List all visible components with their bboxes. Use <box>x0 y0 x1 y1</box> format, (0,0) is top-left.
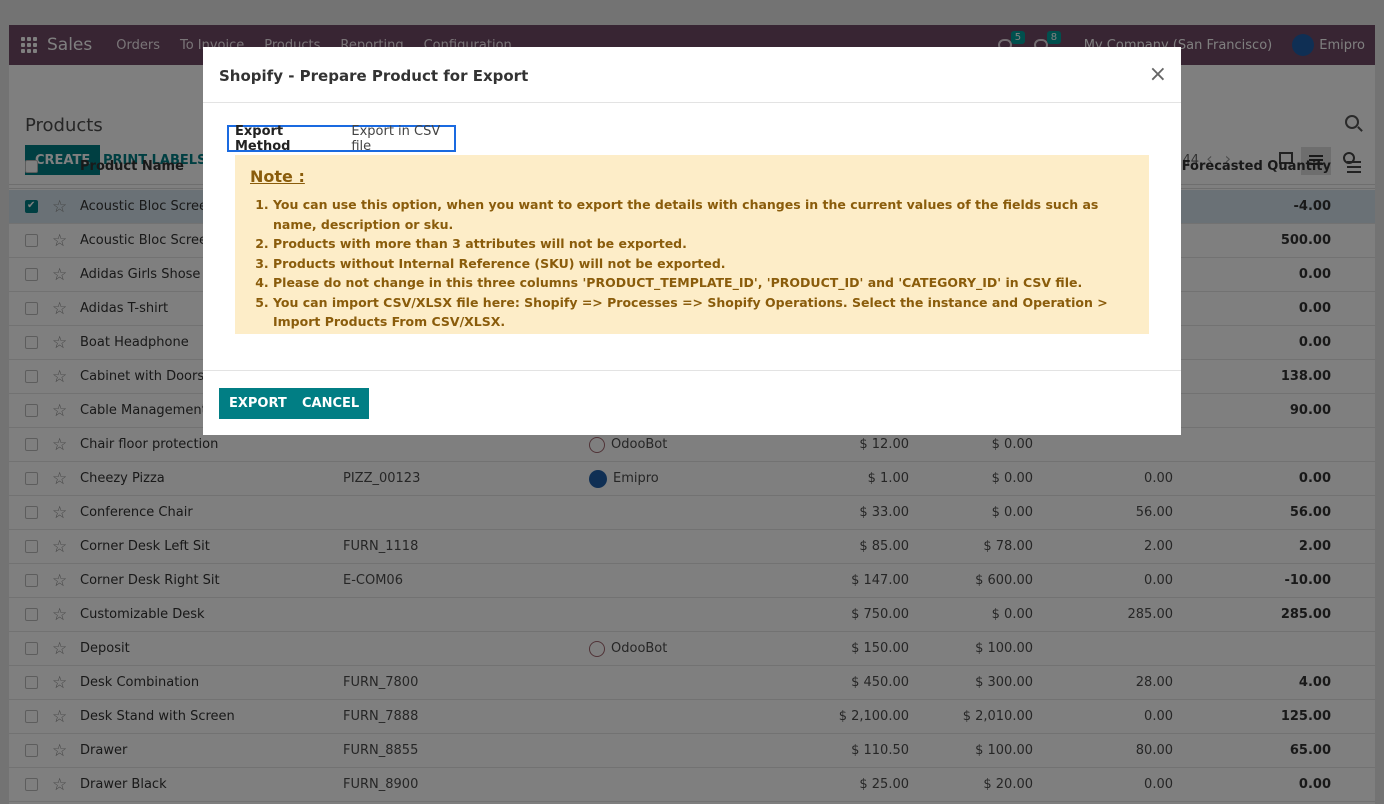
note-item: You can import CSV/XLSX file here: Shopi… <box>273 293 1137 332</box>
cancel-button[interactable]: CANCEL <box>292 388 370 419</box>
modal-header: Shopify - Prepare Product for Export × <box>203 47 1181 103</box>
export-method-label: Export Method <box>235 123 291 154</box>
export-button[interactable]: EXPORT <box>219 388 297 419</box>
note-box: Note : You can use this option, when you… <box>235 155 1149 334</box>
note-item: Please do not change in this three colum… <box>273 273 1137 293</box>
export-method-field[interactable]: Export Method Export in CSV file <box>227 123 456 154</box>
note-item: You can use this option, when you want t… <box>273 195 1137 234</box>
close-icon[interactable]: × <box>1149 62 1167 87</box>
note-title: Note : <box>250 167 305 186</box>
export-method-select[interactable]: Export in CSV file <box>351 124 454 154</box>
note-list: You can use this option, when you want t… <box>273 195 1137 332</box>
modal-footer: EXPORT CANCEL <box>203 370 1181 435</box>
modal-backdrop: Shopify - Prepare Product for Export × E… <box>0 0 1384 804</box>
note-item: Products without Internal Reference (SKU… <box>273 254 1137 274</box>
modal-title: Shopify - Prepare Product for Export <box>219 67 529 85</box>
export-dialog: Shopify - Prepare Product for Export × E… <box>203 47 1181 435</box>
note-item: Products with more than 3 attributes wil… <box>273 234 1137 254</box>
